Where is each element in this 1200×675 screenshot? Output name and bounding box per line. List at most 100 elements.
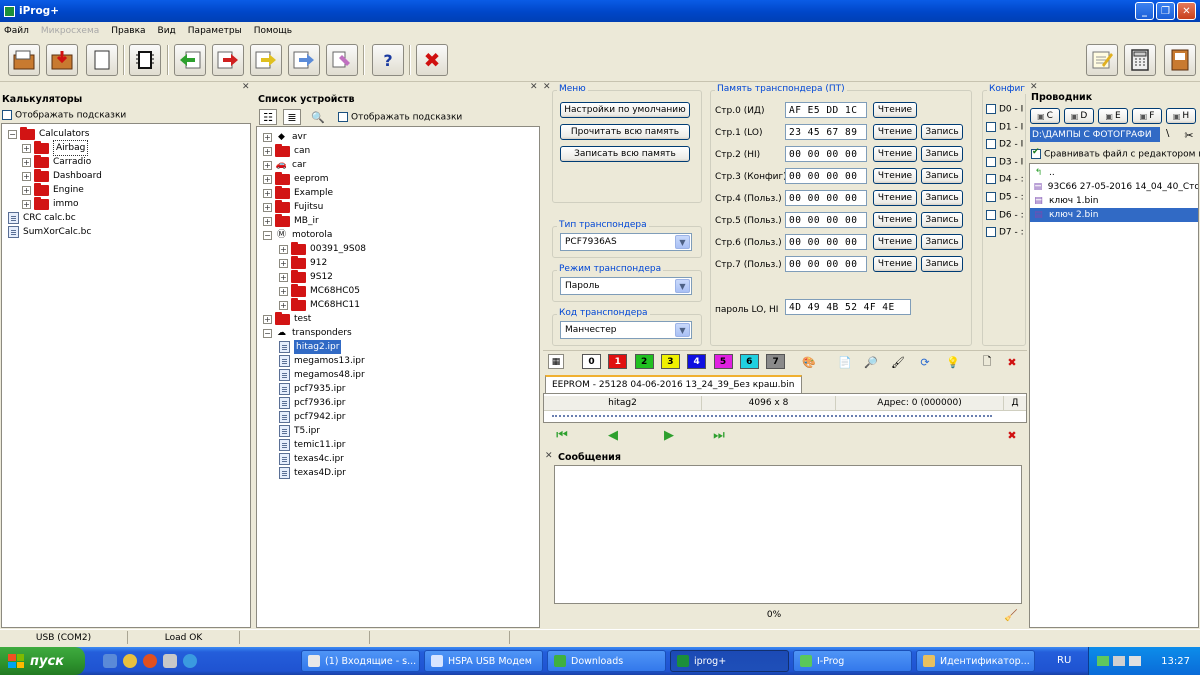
device-tree-item[interactable]: megamos13.ipr [279, 354, 365, 368]
minimize-button[interactable]: _ [1135, 2, 1154, 20]
show-desktop-icon[interactable] [103, 654, 117, 668]
arrow-right-yellow-icon[interactable] [250, 44, 282, 76]
tray-volume-icon[interactable] [1129, 656, 1141, 666]
expand-toggle-icon[interactable]: + [263, 160, 272, 170]
tree-view-icon[interactable]: ☷ [259, 109, 277, 125]
calc-tree-item[interactable]: CRC calc.bc [8, 211, 76, 225]
device-tree-item[interactable]: texas4D.ipr [279, 466, 346, 480]
expand-toggle-icon[interactable]: + [22, 143, 31, 153]
device-tree-item[interactable]: + ◆ avr [263, 130, 307, 144]
memory-page-hex-field[interactable]: 00 00 00 00 [785, 256, 867, 272]
bulb-icon[interactable]: 💡 [944, 354, 962, 370]
device-tree-item[interactable]: +00391_9S08 [279, 241, 366, 256]
expand-toggle-icon[interactable]: + [263, 146, 272, 156]
compare-checkbox[interactable]: Сравнивать файл с редактором по [1031, 147, 1200, 160]
menu-settings[interactable]: Параметры [188, 26, 242, 36]
memory-page-hex-field[interactable]: 23 45 67 89 [785, 124, 867, 140]
drive-button[interactable]: ▣ E [1098, 108, 1128, 124]
device-tree-item[interactable]: + MC68HC11 [279, 297, 360, 312]
expand-toggle-icon[interactable]: + [279, 286, 288, 296]
find-icon[interactable]: 🔎 [862, 354, 880, 370]
device-tree-item[interactable]: texas4c.ipr [279, 452, 344, 466]
drive-button[interactable]: ▣ C [1030, 108, 1060, 124]
device-tree-item[interactable]: + MB_ir [263, 213, 319, 228]
maximize-button[interactable]: ❐ [1156, 2, 1175, 20]
read-page-button[interactable]: Чтение [873, 168, 917, 184]
write-page-button[interactable]: Запись [921, 190, 963, 206]
colorize-icon[interactable]: 🎨 [800, 354, 818, 370]
calculator-icon[interactable] [1124, 44, 1156, 76]
menu-help[interactable]: Помощь [254, 26, 292, 36]
write-page-button[interactable]: Запись [921, 234, 963, 250]
write-all-memory-button[interactable]: Записать всю память [560, 146, 690, 162]
tools-icon[interactable]: ✂ [1180, 127, 1198, 143]
config-bit-checkbox[interactable]: D4 - : [986, 174, 1024, 185]
close-button[interactable]: ✕ [1177, 2, 1196, 20]
transponder-type-select[interactable]: PCF7936AS ▼ [560, 233, 692, 251]
menu-edit[interactable]: Правка [111, 26, 145, 36]
tray-modem-icon[interactable] [1113, 656, 1125, 666]
color-swatch-button[interactable]: 6 [739, 354, 759, 369]
refresh-icon[interactable]: ⟳ [916, 354, 934, 370]
config-bit-checkbox[interactable]: D5 - : [986, 192, 1024, 203]
device-tree-item[interactable]: + Example [263, 185, 333, 200]
device-hint-checkbox[interactable]: Отображать подсказки [338, 112, 462, 123]
notepad-icon[interactable] [1086, 44, 1118, 76]
color-swatch-button[interactable]: 5 [713, 354, 733, 369]
list-view-icon[interactable]: ≣ [283, 109, 301, 125]
write-page-button[interactable]: Запись [921, 124, 963, 140]
internet-explorer-icon[interactable] [183, 654, 197, 668]
first-page-icon[interactable]: ⏮ [553, 427, 571, 443]
calc-hint-checkbox[interactable]: Отображать подсказки [2, 110, 126, 121]
prev-page-icon[interactable]: ◀ [604, 427, 622, 443]
messages-close-icon[interactable]: ✕ [545, 451, 553, 461]
taskbar-item[interactable]: Идентификатор... [916, 650, 1035, 672]
expand-toggle-icon[interactable]: + [22, 157, 31, 167]
tray-network-icon[interactable] [1097, 656, 1109, 666]
search-icon[interactable]: 🔍 [309, 109, 327, 125]
calc-tree-item[interactable]: + Carradio [22, 154, 91, 169]
password-hex-field[interactable]: 4D 49 4B 52 4F 4E [785, 299, 911, 315]
calc-panel-close-icon[interactable]: ✕ [242, 82, 250, 92]
expand-toggle-icon[interactable]: + [279, 258, 288, 268]
read-page-button[interactable]: Чтение [873, 190, 917, 206]
expand-toggle-icon[interactable]: − [263, 230, 272, 240]
expand-toggle-icon[interactable]: + [22, 199, 31, 209]
device-tree-item[interactable]: temic11.ipr [279, 438, 346, 452]
new-document-icon[interactable] [86, 44, 118, 76]
drive-button[interactable]: ▣ F [1132, 108, 1162, 124]
color-swatch-button[interactable]: 7 [766, 354, 786, 369]
stop-icon[interactable]: ✖ [416, 44, 448, 76]
expand-toggle-icon[interactable]: − [8, 129, 17, 139]
explorer-file-item[interactable]: ↰.. [1030, 166, 1198, 180]
explorer-file-item[interactable]: ▤ 93C66 27-05-2016 14_04_40_Сток.b [1030, 180, 1198, 194]
device-tree-item[interactable]: + test [263, 311, 311, 326]
path-field[interactable]: D:\ДАМПЫ С ФОТОГРАФИ [1030, 127, 1160, 142]
expand-toggle-icon[interactable]: + [263, 314, 272, 324]
color-swatch-button[interactable]: 0 [582, 354, 601, 369]
delete-icon[interactable]: ✖ [1003, 354, 1021, 370]
write-page-button[interactable]: Запись [921, 146, 963, 162]
expand-toggle-icon[interactable]: + [279, 244, 288, 254]
device-tree-item[interactable]: hitag2.ipr [279, 340, 342, 354]
config-bit-checkbox[interactable]: D7 - : [986, 227, 1024, 238]
write-page-button[interactable]: Запись [921, 256, 963, 272]
device-tree-item[interactable]: megamos48.ipr [279, 368, 365, 382]
memory-page-hex-field[interactable]: 00 00 00 00 [785, 168, 867, 184]
language-indicator[interactable]: RU [1057, 655, 1071, 666]
config-bit-checkbox[interactable]: D0 - I [986, 104, 1023, 115]
memory-page-hex-field[interactable]: AF E5 DD 1C [785, 102, 867, 118]
menu-chip[interactable]: Микросхема [41, 26, 99, 36]
menu-file[interactable]: Файл [4, 26, 29, 36]
menu-view[interactable]: Вид [158, 26, 176, 36]
color-swatch-button[interactable]: 2 [634, 354, 654, 369]
device-tree-item[interactable]: +912 [279, 255, 327, 270]
arrow-left-green-icon[interactable] [174, 44, 206, 76]
device-tree-item[interactable]: − Ⓜmotorola [263, 228, 332, 242]
expand-toggle-icon[interactable]: − [263, 328, 272, 338]
expand-toggle-icon[interactable]: + [22, 171, 31, 181]
next-page-icon[interactable]: ▶ [660, 427, 678, 443]
config-bit-checkbox[interactable]: D1 - I [986, 121, 1023, 132]
expand-toggle-icon[interactable]: + [279, 272, 288, 282]
close-editor-icon[interactable]: ✖ [1003, 427, 1021, 443]
